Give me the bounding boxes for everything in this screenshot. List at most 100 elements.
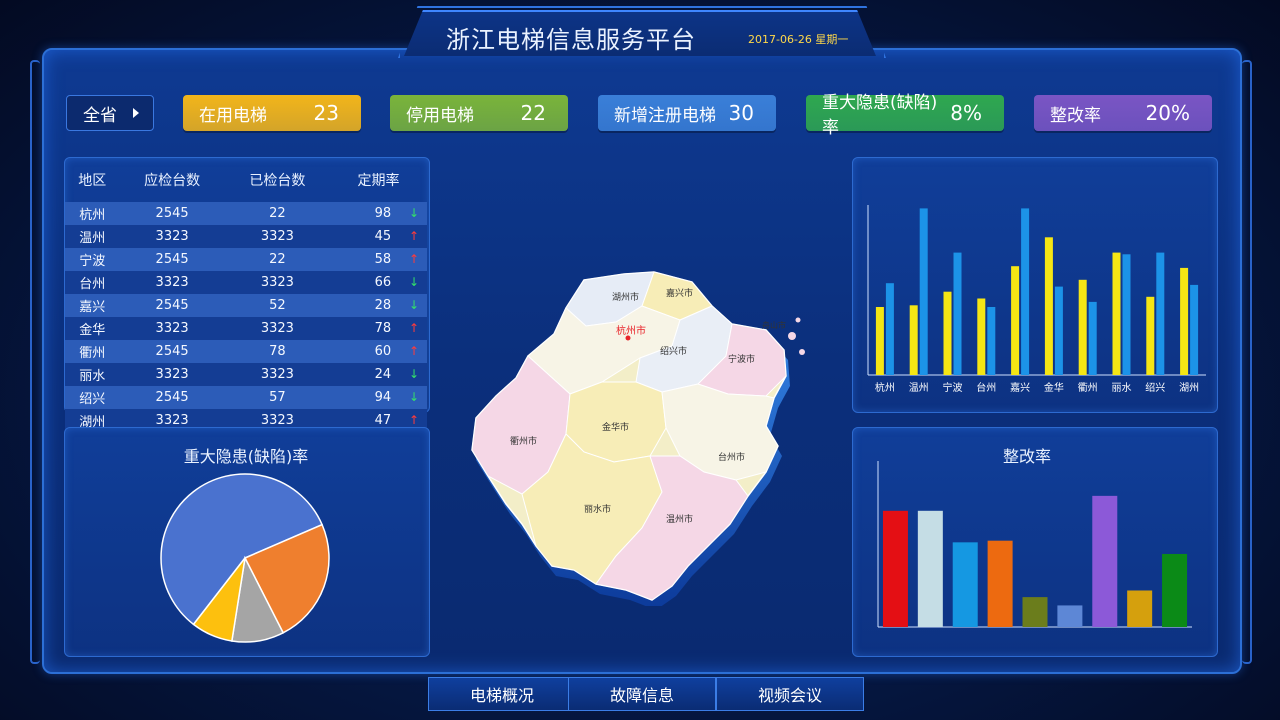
table-row[interactable]: 金华 3323 3323 78 ↑	[65, 317, 427, 340]
map-label-jinhua: 金华市	[602, 421, 629, 433]
table-header: 地区	[78, 173, 107, 189]
table-header-row: 地区 应检台数 已检台数 定期率	[65, 158, 427, 202]
rate-value: 66	[374, 275, 392, 290]
inspection-table: 地区 应检台数 已检台数 定期率 杭州 2545 22 98 ↓ 温州 3323 3323 4…	[65, 158, 427, 432]
stat-value: 22	[520, 101, 546, 125]
zhejiang-map[interactable]: 湖州市 嘉兴市 杭州市 绍兴市 宁波市 衢州市 金华市 台州市 丽水市 温州市 …	[466, 266, 816, 606]
table-cell-region: 衢州	[65, 340, 120, 363]
table-cell-due: 3323	[119, 271, 225, 294]
table-row[interactable]: 丽水 3323 3323 24 ↓	[65, 363, 427, 386]
table-cell-due: 2545	[119, 340, 225, 363]
bar-衢州-s1[interactable]	[1088, 301, 1097, 375]
table-cell-due: 2545	[119, 248, 225, 271]
stat-hazard-rate[interactable]: 重大隐患(缺陷)率 8%	[806, 93, 1004, 138]
bar-嘉兴-s1[interactable]	[1021, 208, 1030, 375]
bar-2[interactable]	[952, 542, 978, 627]
table-cell-due: 3323	[119, 363, 225, 386]
table-cell-done: 3323	[224, 225, 331, 248]
bar-0[interactable]	[882, 510, 908, 627]
x-tick-label: 丽水	[1112, 382, 1132, 394]
table-cell-region: 绍兴	[65, 386, 120, 409]
stat-value: 23	[313, 101, 339, 125]
table-cell-done: 3323	[224, 271, 331, 294]
bar-温州-s1[interactable]	[919, 208, 928, 375]
map-label-shaoxing: 绍兴市	[660, 345, 687, 357]
table-row[interactable]: 衢州 2545 78 60 ↑	[65, 340, 427, 363]
arrow-up-icon: ↑	[405, 344, 419, 358]
table-cell-rate: 58 ↑	[330, 248, 427, 271]
table-cell-due: 2545	[119, 294, 225, 317]
bar-3[interactable]	[987, 540, 1013, 627]
map-label-taizhou: 台州市	[718, 451, 745, 463]
x-tick-label: 金华	[1044, 381, 1064, 394]
bar-温州-s0[interactable]	[909, 305, 918, 375]
stat-label: 停用电梯	[406, 105, 474, 126]
hazard-pie-title: 重大隐患(缺陷)率	[183, 447, 309, 466]
rate-value: 45	[374, 229, 392, 244]
arrow-down-icon: ↓	[405, 275, 419, 289]
table-cell-done: 57	[224, 386, 331, 409]
bar-杭州-s0[interactable]	[875, 307, 884, 375]
arrow-up-icon: ↑	[405, 229, 419, 243]
stat-value: 20%	[1145, 101, 1190, 125]
table-cell-rate: 66 ↓	[330, 271, 427, 294]
table-row[interactable]: 温州 3323 3323 45 ↑	[65, 225, 427, 248]
bar-嘉兴-s0[interactable]	[1011, 266, 1020, 375]
x-tick-label: 衢州	[1078, 382, 1098, 394]
table-header: 应检台数	[144, 173, 201, 189]
bar-杭州-s1[interactable]	[885, 283, 894, 375]
region-select[interactable]: 全省	[66, 95, 154, 131]
table-cell-rate: 60 ↑	[330, 340, 427, 363]
bar-丽水-s0[interactable]	[1112, 252, 1121, 375]
arrow-up-icon: ↑	[405, 252, 419, 266]
bar-丽水-s1[interactable]	[1122, 254, 1131, 375]
bar-宁波-s1[interactable]	[953, 252, 962, 375]
bar-6[interactable]	[1092, 495, 1118, 627]
nav-video-conference[interactable]: 视频会议	[716, 677, 864, 711]
bar-湖州-s0[interactable]	[1180, 267, 1189, 375]
table-cell-region: 温州	[65, 225, 120, 248]
table-row[interactable]: 杭州 2545 22 98 ↓	[65, 202, 427, 225]
table-row[interactable]: 台州 3323 3323 66 ↓	[65, 271, 427, 294]
stat-value: 30	[728, 101, 754, 125]
nav-fault-info[interactable]: 故障信息	[568, 677, 716, 711]
bar-绍兴-s0[interactable]	[1146, 296, 1155, 375]
stat-rectification-rate[interactable]: 整改率 20%	[1034, 95, 1212, 131]
table-cell-region: 台州	[65, 271, 120, 294]
table-row[interactable]: 绍兴 2545 57 94 ↓	[65, 386, 427, 409]
map-label-wenzhou: 温州市	[666, 513, 693, 525]
arrow-down-icon: ↓	[405, 206, 419, 220]
nav-elevator-overview[interactable]: 电梯概况	[428, 677, 576, 711]
hazard-pie-chart	[160, 473, 330, 643]
table-cell-done: 3323	[224, 317, 331, 340]
arrow-down-icon: ↓	[405, 390, 419, 404]
rate-value: 28	[374, 298, 392, 313]
frame-decoration-right	[1242, 60, 1252, 664]
bar-绍兴-s1[interactable]	[1156, 252, 1165, 375]
bar-湖州-s1[interactable]	[1190, 284, 1199, 375]
bar-金华-s1[interactable]	[1054, 286, 1063, 375]
map-label-quzhou: 衢州市	[510, 435, 537, 447]
bar-台州-s1[interactable]	[987, 307, 996, 375]
island-zhoushan	[788, 332, 796, 340]
stat-suspended[interactable]: 停用电梯 22	[390, 95, 568, 131]
bar-8[interactable]	[1162, 553, 1188, 627]
table-row[interactable]: 嘉兴 2545 52 28 ↓	[65, 294, 427, 317]
date-label: 2017-06-26 星期一	[748, 33, 849, 46]
bar-5[interactable]	[1057, 605, 1083, 627]
stat-in-use[interactable]: 在用电梯 23	[183, 95, 361, 131]
bar-7[interactable]	[1127, 590, 1153, 627]
table-cell-region: 金华	[65, 317, 120, 340]
bar-宁波-s0[interactable]	[943, 291, 952, 375]
bar-衢州-s0[interactable]	[1078, 279, 1087, 375]
bar-金华-s0[interactable]	[1044, 237, 1053, 375]
bar-4[interactable]	[1022, 597, 1048, 627]
stat-new-registered[interactable]: 新增注册电梯 30	[598, 95, 776, 131]
map-label-zhoushan: 舟山市	[762, 320, 786, 330]
table-row[interactable]: 宁波 2545 22 58 ↑	[65, 248, 427, 271]
bar-台州-s0[interactable]	[977, 298, 986, 376]
rate-value: 58	[374, 252, 392, 267]
table-cell-done: 52	[224, 294, 331, 317]
table-cell-rate: 28 ↓	[330, 294, 427, 317]
bar-1[interactable]	[917, 510, 943, 627]
